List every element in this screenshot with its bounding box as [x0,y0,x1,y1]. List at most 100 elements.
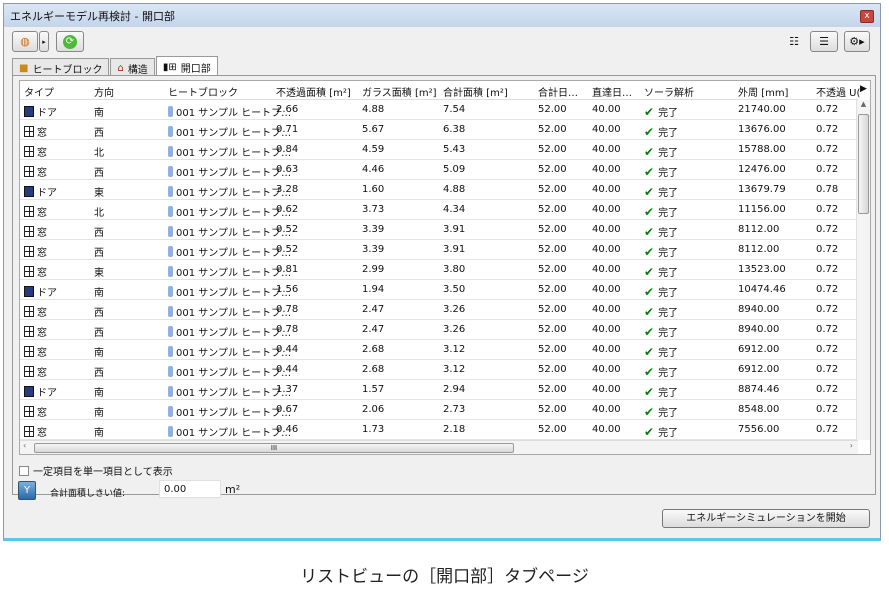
table-row[interactable]: 窓 南 001 サンプル ヒートブ… 0.67 2.06 2.73 52.00 40.00 ✔ 完… [20,400,858,420]
heat-block-color-icon [168,366,173,377]
table-row[interactable]: 窓 東 001 サンプル ヒートブ… 0.81 2.99 3.80 52.00 40.00 ✔ 完… [20,260,858,280]
model-menu-button[interactable]: ◍ [12,31,38,52]
table-cell: 西 [94,164,104,179]
cell-text: 1.94 [362,284,385,295]
cell-text: ドア [37,388,57,399]
cell-text: 窓 [37,248,47,259]
cell-text: 4.59 [362,144,385,155]
column-header[interactable]: 外周 [mm] [738,84,788,99]
table-row[interactable]: 窓 北 001 サンプル ヒートブ… 0.84 4.59 5.43 52.00 40.00 ✔ 完… [20,140,858,160]
heat-block-color-icon [168,346,173,357]
table-row[interactable]: ドア 東 001 サンプル ヒートブ… 3.28 1.60 4.88 52.00 40.00 ✔… [20,180,858,200]
table-row[interactable]: 窓 西 001 サンプル ヒートブ… 0.78 2.47 3.26 52.00 40.00 ✔ 完… [20,300,858,320]
scroll-right-arrow-icon[interactable]: ▶ [860,84,867,94]
cell-text: 0.72 [816,164,839,175]
column-header[interactable]: 方向 [94,84,114,99]
table-cell: ドア [24,384,57,399]
cell-text: 001 サンプル ヒートブ… [176,128,292,139]
table-cell: ✔ 完了 [644,424,678,439]
cell-text: 001 サンプル ヒートブ… [176,328,292,339]
table-cell: ✔ 完了 [644,304,678,319]
scroll-right-icon[interactable]: › [850,441,853,450]
cell-text: 南 [94,108,104,119]
refresh-button[interactable]: ⟳ [56,31,84,52]
table-row[interactable]: 窓 南 001 サンプル ヒートブ… 0.44 2.68 3.12 52.00 40.00 ✔ 完… [20,340,858,360]
horizontal-scrollbar[interactable]: ‹ III › [20,440,858,454]
table-row[interactable]: 窓 西 001 サンプル ヒートブ… 0.63 4.46 5.09 52.00 40.00 ✔ 完… [20,160,858,180]
table-row[interactable]: 窓 西 001 サンプル ヒートブ… 0.78 2.47 3.26 52.00 40.00 ✔ 完… [20,320,858,340]
table-cell: 北 [94,204,104,219]
table-cell: 001 サンプル ヒートブ… [168,144,291,159]
table-cell: ✔ 完了 [644,124,678,139]
table-row[interactable]: ドア 南 001 サンプル ヒートブ… 1.37 1.57 2.94 52.00 40.00 ✔… [20,380,858,400]
column-header[interactable]: タイプ [24,84,54,99]
cell-text: 完了 [658,428,679,439]
table-cell: 3.50 [443,284,465,295]
table-cell: 1.94 [362,284,384,295]
cell-text: 南 [94,408,104,419]
column-header[interactable]: ヒートブロック [168,84,238,99]
horizontal-scroll-thumb[interactable]: III [34,443,514,453]
cell-text: 8548.00 [738,404,780,415]
table-cell: 1.60 [362,184,384,195]
close-button[interactable]: x [860,10,874,23]
table-cell: 0.72 [816,384,838,395]
table-cell: 0.72 [816,344,838,355]
column-header[interactable]: 直達日… [592,84,632,99]
table-row[interactable]: 窓 南 001 サンプル ヒートブ… 0.46 1.73 2.18 52.00 40.00 ✔ 完… [20,420,858,440]
tree-view-button[interactable]: ☷ [784,31,804,52]
table-cell: 40.00 [592,104,621,115]
cell-text: 40.00 [592,344,621,355]
window-icon [24,126,34,137]
threshold-input[interactable]: 0.00 [159,480,221,498]
table-row[interactable]: ドア 南 001 サンプル ヒートブ… 2.66 4.88 7.54 52.00 40.00 ✔… [20,100,858,120]
cell-text: 南 [94,388,104,399]
cell-text: 2.06 [362,404,385,415]
table-cell: 0.71 [276,124,298,135]
heat-block-color-icon [168,326,173,337]
table-row[interactable]: 窓 西 001 サンプル ヒートブ… 0.52 3.39 3.91 52.00 40.00 ✔ 完… [20,220,858,240]
table-row[interactable]: 窓 北 001 サンプル ヒートブ… 0.62 3.73 4.34 52.00 40.00 ✔ 完… [20,200,858,220]
window-title: エネルギーモデル再検討 - 開口部 [10,9,175,23]
filter-button[interactable]: Y [18,481,36,500]
vertical-scroll-thumb[interactable] [858,114,869,214]
single-item-option[interactable]: 一定項目を単一項目として表示 [19,463,173,478]
heat-block-color-icon [168,286,173,297]
table-row[interactable]: 窓 西 001 サンプル ヒートブ… 0.71 5.67 6.38 52.00 40.00 ✔ 完… [20,120,858,140]
cell-text: 0.72 [816,224,839,235]
cell-text: 52.00 [538,264,567,275]
vertical-scrollbar[interactable]: ▲ [856,100,870,440]
cell-text: 40.00 [592,324,621,335]
table-cell: 2.68 [362,344,384,355]
cell-text: 52.00 [538,304,567,315]
start-energy-simulation-button[interactable]: エネルギーシミュレーションを開始 [662,509,870,528]
table-cell: 6912.00 [738,344,779,355]
column-header[interactable]: ソーラ解析 [644,84,694,99]
list-view-button[interactable]: ☰ [810,31,838,52]
settings-button[interactable]: ⚙▸ [844,31,870,52]
cell-text: 完了 [658,168,679,179]
column-header[interactable]: 不透過 U( [816,84,860,99]
scroll-left-icon[interactable]: ‹ [23,441,26,450]
cell-text: 3.73 [362,204,385,215]
cell-text: 窓 [37,208,47,219]
scroll-up-icon[interactable]: ▲ [857,100,870,108]
table-cell: ✔ 完了 [644,404,678,419]
table-cell: 11156.00 [738,204,786,215]
table-row[interactable]: 窓 西 001 サンプル ヒートブ… 0.44 2.68 3.12 52.00 40.00 ✔ 完… [20,360,858,380]
table-cell: 0.63 [276,164,298,175]
cell-text: 13523.00 [738,264,786,275]
column-header[interactable]: 合計面積 [m²] [443,84,508,99]
table-cell: ✔ 完了 [644,244,678,259]
model-menu-dropdown[interactable]: ▸ [39,31,49,52]
table-row[interactable]: ドア 南 001 サンプル ヒートブ… 1.56 1.94 3.50 52.00 40.00 ✔… [20,280,858,300]
table-cell: 52.00 [538,124,567,135]
column-header[interactable]: 不透過面積 [m²] [276,84,351,99]
heat-block-color-icon [168,106,173,117]
table-row[interactable]: 窓 西 001 サンプル ヒートブ… 0.52 3.39 3.91 52.00 40.00 ✔ 完… [20,240,858,260]
column-header[interactable]: 合計日… [538,84,578,99]
column-header[interactable]: ガラス面積 [m²] [362,84,437,99]
table-cell: 8874.46 [738,384,779,395]
single-item-checkbox[interactable] [19,465,29,476]
tab-openings[interactable]: ▮⊞ 開口部 [155,56,218,77]
